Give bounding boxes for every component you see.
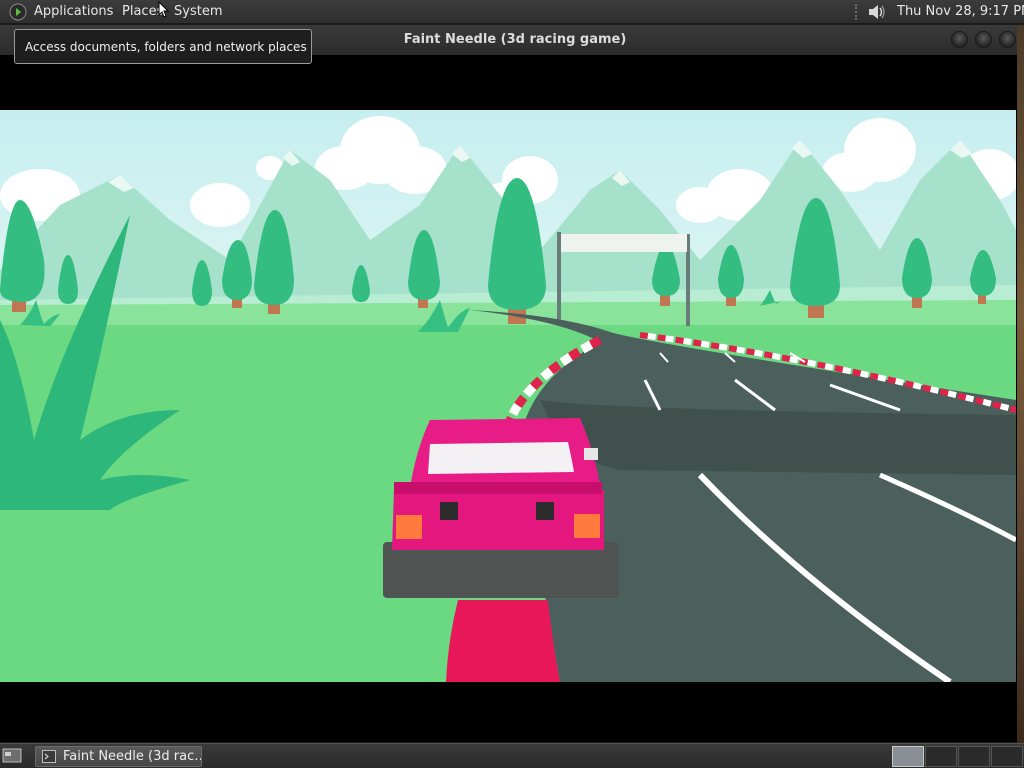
- taskbar-window-label: Faint Needle (3d rac…: [63, 749, 202, 764]
- workspace-switcher[interactable]: [892, 746, 1023, 767]
- workspace-1[interactable]: [892, 746, 924, 767]
- terminal-icon: [42, 750, 56, 763]
- applications-menu-icon[interactable]: [9, 3, 27, 21]
- taskbar-window-button[interactable]: Faint Needle (3d rac…: [35, 746, 202, 767]
- places-tooltip: Access documents, folders and network pl…: [14, 29, 312, 64]
- game-window: Faint Needle (3d racing game): [0, 25, 1017, 742]
- top-panel: Applications Places System Thu Nov 28, 9…: [0, 0, 1024, 24]
- workspace-4[interactable]: [991, 746, 1023, 767]
- speaker-icon[interactable]: [866, 2, 886, 22]
- minimize-button[interactable]: [951, 31, 968, 48]
- bottom-panel: Faint Needle (3d rac…: [0, 743, 1024, 768]
- system-menu[interactable]: System: [174, 4, 222, 19]
- workspace-2[interactable]: [925, 746, 957, 767]
- workspace-3[interactable]: [958, 746, 990, 767]
- racing-scene[interactable]: [0, 110, 1016, 682]
- game-viewport[interactable]: [0, 55, 1017, 742]
- show-desktop-icon[interactable]: [2, 747, 22, 765]
- mouse-cursor-icon: [158, 1, 170, 18]
- applications-menu[interactable]: Applications: [34, 4, 113, 19]
- clock[interactable]: Thu Nov 28, 9:17 PM: [897, 4, 1024, 19]
- desktop-background: [1017, 25, 1024, 743]
- maximize-button[interactable]: [975, 31, 992, 48]
- close-button[interactable]: [999, 31, 1016, 48]
- panel-separator: [855, 4, 859, 20]
- tire-trail: [446, 600, 560, 682]
